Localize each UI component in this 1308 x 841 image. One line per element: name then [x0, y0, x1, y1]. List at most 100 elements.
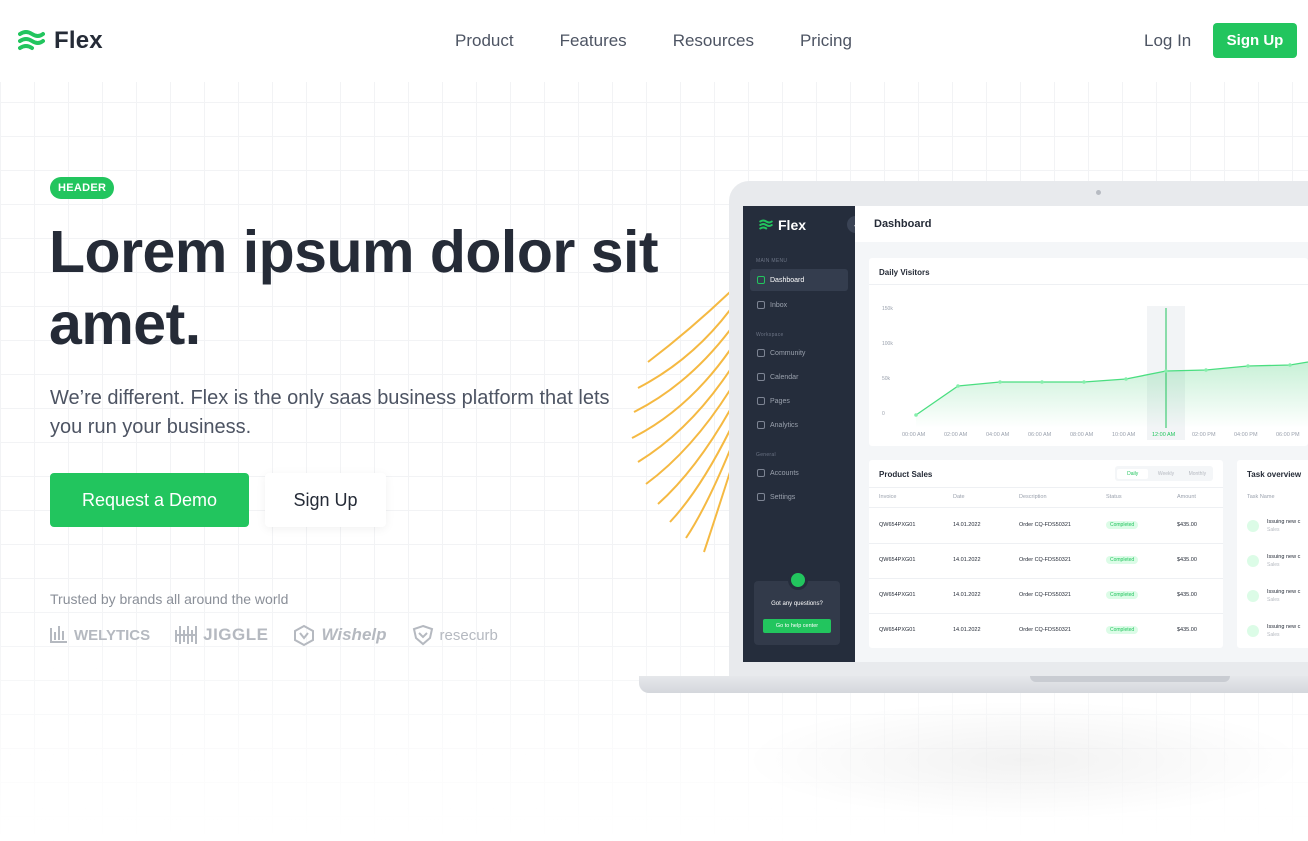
laptop-shadow [740, 700, 1308, 820]
date-cell: 14.01.2022 [953, 557, 981, 563]
resecurb-shield-icon [412, 624, 433, 646]
jiggle-logo-icon [175, 626, 198, 644]
pages-icon [757, 397, 765, 405]
nav-link-resources[interactable]: Resources [673, 31, 754, 51]
product-sales-card: Product Sales Daily Weekly Monthly Invoi… [869, 460, 1223, 648]
date-cell: 14.01.2022 [953, 592, 981, 598]
status-badge: Completed [1106, 626, 1139, 634]
invoice-cell: QW654PXG01 [879, 522, 916, 528]
chart-icon [757, 276, 765, 284]
x-tick: 06:00 AM [1028, 432, 1052, 438]
table-divider [869, 507, 1223, 508]
flex-logo-icon [18, 30, 45, 50]
shield-check-icon [1247, 555, 1259, 567]
brand-logos: WELYTICS JIGGLE Wishelp resecurb [49, 624, 522, 646]
brand-wishelp: Wishelp [292, 624, 387, 646]
daily-visitors-card: Daily Visitors 150k 100k 50k 0 00:00 AM … [869, 258, 1308, 446]
main-menu: Product Features Resources Pricing [455, 31, 898, 51]
sidebar-item-community[interactable]: Community [750, 342, 848, 364]
sidebar-item-analytics[interactable]: Analytics [750, 414, 848, 436]
column-header: Amount [1177, 494, 1196, 500]
date-cell: 14.01.2022 [953, 627, 981, 633]
welytics-logo-icon [50, 626, 67, 643]
sidebar-item-settings[interactable]: Settings [750, 486, 848, 508]
task-name: Issuing new c [1267, 589, 1301, 595]
laptop-base-notch [1030, 676, 1230, 682]
x-tick: 02:00 AM [944, 432, 968, 438]
brand-resecurb: resecurb [411, 624, 498, 646]
sidebar-item-dashboard[interactable]: Dashboard [750, 269, 848, 291]
sales-period-tabs: Daily Weekly Monthly [1115, 466, 1213, 481]
sidebar-item-label: Community [770, 349, 806, 357]
x-tick: 04:00 PM [1234, 432, 1258, 438]
hero-signup-button[interactable]: Sign Up [265, 473, 386, 527]
hero-headline: Lorem ipsum dolor sit amet. [49, 219, 659, 357]
column-header: Task Name [1247, 494, 1275, 500]
flex-logo-small-icon [759, 219, 773, 230]
nav-link-pricing[interactable]: Pricing [800, 31, 852, 51]
sidebar-item-label: Pages [770, 397, 790, 405]
column-header: Invoice [879, 494, 897, 500]
nav-link-product[interactable]: Product [455, 31, 514, 51]
table-divider [869, 613, 1223, 614]
x-tick: 04:00 AM [986, 432, 1010, 438]
x-tick: 10:00 AM [1112, 432, 1136, 438]
status-badge: Completed [1106, 521, 1139, 529]
sidebar-item-pages[interactable]: Pages [750, 390, 848, 412]
amount-cell: $435.00 [1177, 627, 1197, 633]
task-category: Sales [1267, 597, 1280, 603]
dashboard-sidebar: Flex MAIN MENU Dashboard Inbox Workspace… [743, 206, 855, 662]
x-tick: 06:00 PM [1276, 432, 1300, 438]
login-link[interactable]: Log In [1144, 31, 1191, 51]
x-tick: 00:00 AM [902, 432, 926, 438]
decorative-arcs [631, 291, 731, 553]
help-text: Got any questions? [771, 601, 823, 607]
task-overview-card: Task overview Task Name Issuing new c Sa… [1237, 460, 1308, 648]
invoice-cell: QW654PXG01 [879, 557, 916, 563]
dashboard-brand-name: Flex [778, 217, 807, 233]
nav-link-features[interactable]: Features [560, 31, 627, 51]
help-icon [788, 570, 808, 590]
sidebar-item-label: Accounts [770, 469, 799, 477]
amount-cell: $435.00 [1177, 557, 1197, 563]
tab-daily[interactable]: Daily [1117, 468, 1149, 479]
brand-welytics: WELYTICS [49, 624, 150, 646]
users-icon [757, 349, 765, 357]
description-cell: Order CQ-FDS50321 [1019, 557, 1071, 563]
task-category: Sales [1267, 562, 1280, 568]
sidebar-item-label: Dashboard [770, 276, 805, 284]
top-navigation: Flex Product Features Resources Pricing … [0, 0, 1308, 82]
hero-subtext: We’re different. Flex is the only saas b… [50, 387, 610, 438]
table-divider [869, 578, 1223, 579]
sidebar-item-calendar[interactable]: Calendar [750, 366, 848, 388]
sidebar-item-accounts[interactable]: Accounts [750, 462, 848, 484]
wishelp-logo-icon [294, 624, 315, 646]
help-center-button[interactable]: Go to help center [763, 619, 831, 633]
sidebar-section-general: General [756, 452, 776, 458]
sidebar-item-inbox[interactable]: Inbox [750, 294, 848, 316]
description-cell: Order CQ-FDS50321 [1019, 627, 1071, 633]
sidebar-section-main: MAIN MENU [756, 258, 788, 264]
shield-check-icon [1247, 625, 1259, 637]
task-category: Sales [1267, 527, 1280, 533]
dashboard-screen: Flex MAIN MENU Dashboard Inbox Workspace… [743, 206, 1308, 662]
nav-signup-button[interactable]: Sign Up [1213, 23, 1297, 58]
request-demo-button[interactable]: Request a Demo [50, 473, 249, 527]
shield-check-icon [1247, 590, 1259, 602]
date-cell: 14.01.2022 [953, 522, 981, 528]
invoice-cell: QW654PXG01 [879, 627, 916, 633]
description-cell: Order CQ-FDS50321 [1019, 592, 1071, 598]
task-name: Issuing new c [1267, 554, 1301, 560]
tab-weekly[interactable]: Weekly [1150, 471, 1181, 477]
sidebar-item-label: Analytics [770, 421, 799, 429]
inbox-icon [757, 301, 765, 309]
brand-logo[interactable]: Flex [18, 27, 103, 55]
column-header: Description [1019, 494, 1047, 500]
task-name: Issuing new c [1267, 519, 1301, 525]
laptop-camera [1096, 190, 1101, 195]
tab-monthly[interactable]: Monthly [1182, 471, 1213, 477]
table-divider [869, 487, 1223, 488]
amount-cell: $435.00 [1177, 522, 1197, 528]
dashboard-title: Dashboard [874, 218, 932, 230]
status-badge: Completed [1106, 556, 1139, 564]
